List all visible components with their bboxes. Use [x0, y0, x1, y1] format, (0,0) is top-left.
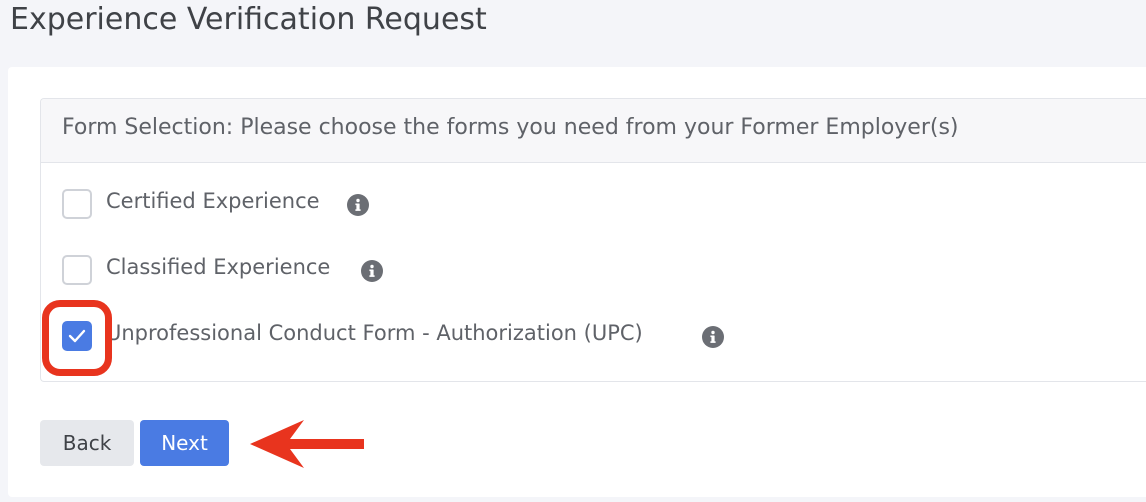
page-title: Experience Verification Request	[10, 2, 487, 37]
certified-experience-label: Certified Experience	[106, 189, 320, 213]
option-upc-authorization: Unprofessional Conduct Form - Authorizat…	[41, 317, 841, 357]
form-selection-header-text: Form Selection: Please choose the forms …	[62, 115, 959, 140]
certified-experience-checkbox[interactable]	[62, 189, 92, 219]
info-circle-icon[interactable]	[361, 260, 383, 282]
back-button[interactable]: Back	[40, 420, 134, 466]
form-selection-header: Form Selection: Please choose the forms …	[41, 99, 1146, 163]
option-certified-experience: Certified Experience	[41, 185, 841, 225]
info-circle-icon[interactable]	[702, 326, 724, 348]
next-button[interactable]: Next	[140, 420, 229, 466]
info-circle-icon[interactable]	[347, 194, 369, 216]
upc-authorization-label: Unprofessional Conduct Form - Authorizat…	[106, 321, 643, 345]
classified-experience-checkbox[interactable]	[62, 255, 92, 285]
left-arrow-icon	[250, 420, 364, 468]
option-classified-experience: Classified Experience	[41, 251, 841, 291]
checkbox-highlight-annotation	[42, 300, 112, 376]
classified-experience-label: Classified Experience	[106, 255, 331, 279]
form-selection-panel: Form Selection: Please choose the forms …	[40, 98, 1146, 382]
